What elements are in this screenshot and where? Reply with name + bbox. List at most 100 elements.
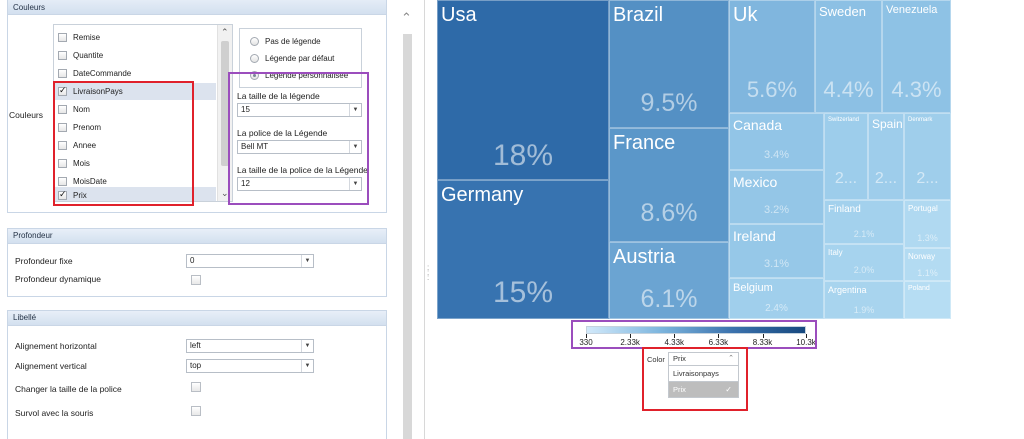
treemap-tile[interactable]: Brazil 9.5% — [609, 0, 729, 128]
treemap-tile-label: Denmark — [908, 117, 933, 123]
treemap-chart: Usa 18% Germany 15% Brazil 9.5% France 8.6% Aust… — [437, 0, 951, 319]
treemap-tile-value: 1.3% — [917, 233, 938, 243]
treemap-tile-value: 8.6% — [640, 199, 698, 227]
treemap-tile-label: Canada — [733, 117, 783, 133]
couleurs-section: Couleurs Couleurs Remise Quantite DateCo… — [7, 0, 387, 213]
chevron-down-icon[interactable]: ▼ — [301, 255, 313, 267]
treemap-tile[interactable]: Canada 3.4% — [729, 113, 824, 170]
treemap-tile-value: 2... — [834, 170, 858, 187]
checkbox[interactable] — [58, 51, 67, 60]
v-align-select[interactable]: top ▼ — [186, 359, 314, 373]
treemap-tile-label: Spain — [872, 117, 903, 131]
radio-no-legend[interactable]: Pas de légende — [250, 37, 321, 46]
treemap-tile-label: Norway — [908, 252, 936, 261]
dynamic-depth-checkbox[interactable] — [191, 275, 201, 285]
treemap-tile-value: 3.1% — [763, 258, 790, 270]
hover-label: Survol avec la souris — [15, 408, 94, 418]
treemap-tile[interactable]: Denmark 2... — [904, 113, 951, 200]
treemap-tile-value: 4.3% — [891, 77, 942, 102]
font-resize-label: Changer la taille de la police — [15, 384, 122, 394]
treemap-tile-value: 2.1% — [853, 229, 875, 239]
couleurs-label: Couleurs — [9, 110, 44, 120]
treemap-tile[interactable]: Switzerland 2... — [824, 113, 868, 200]
treemap-tile-label: Mexico — [733, 174, 778, 190]
treemap-tile-value: 2... — [874, 170, 898, 187]
treemap-tile-label: Austria — [613, 246, 676, 268]
libelle-header: Libellé — [8, 311, 386, 326]
treemap-tile[interactable]: Venezuela 4.3% — [882, 0, 951, 113]
treemap-tile-label: Sweden — [819, 4, 866, 19]
treemap-tile[interactable]: Norway 1.1% — [904, 248, 951, 281]
radio-dot[interactable] — [250, 54, 259, 63]
treemap-tile-value: 1.9% — [853, 305, 875, 315]
treemap-tile-value: 1.1% — [917, 268, 938, 278]
grip-icon[interactable]: ::: — [427, 264, 429, 282]
treemap-tile[interactable]: Argentina 1.9% — [824, 281, 904, 319]
treemap-tile-label: Switzerland — [828, 117, 860, 123]
list-item[interactable]: Remise — [54, 29, 216, 46]
settings-scrollbar[interactable]: ⌃ — [394, 0, 420, 439]
treemap-tile-value: 3.2% — [763, 204, 790, 216]
highlight-scale — [571, 320, 817, 349]
treemap-tile-value: 2.0% — [853, 265, 875, 275]
treemap-tile-value: 3.4% — [763, 149, 790, 161]
dynamic-depth-label: Profondeur dynamique — [15, 274, 102, 284]
treemap-tile-value: 2.4% — [765, 303, 788, 314]
treemap-tile[interactable]: Austria 6.1% — [609, 242, 729, 319]
highlight-fields — [53, 81, 194, 206]
highlight-legend — [228, 72, 369, 205]
radio-dot[interactable] — [250, 37, 259, 46]
treemap-tile[interactable]: Usa 18% — [437, 0, 609, 180]
scroll-thumb[interactable] — [403, 34, 412, 439]
treemap-tile-value: 5.6% — [746, 77, 798, 102]
treemap-tile[interactable]: Germany 15% — [437, 180, 609, 319]
treemap-tile-label: Argentina — [828, 285, 867, 295]
chevron-down-icon[interactable]: ▼ — [301, 360, 313, 372]
chevron-up-icon[interactable]: ⌃ — [401, 10, 412, 26]
treemap-tile-label: Uk — [733, 4, 758, 26]
radio-default-legend[interactable]: Légende par défaut — [250, 54, 334, 63]
treemap-tile-label: Italy — [828, 248, 843, 257]
hover-checkbox[interactable] — [191, 406, 201, 416]
treemap-tile-label: Venezuela — [886, 4, 938, 16]
treemap-tile[interactable]: France 8.6% — [609, 128, 729, 242]
fixed-depth-select[interactable]: 0 ▼ — [186, 254, 314, 268]
treemap-tile-value: 15% — [492, 276, 554, 309]
treemap-tile-label: Finland — [828, 204, 861, 215]
treemap-tile[interactable]: Finland 2.1% — [824, 200, 904, 244]
chevron-down-icon[interactable]: ▼ — [301, 340, 313, 352]
profondeur-section: Profondeur Profondeur fixe 0 ▼ Profondeur… — [7, 228, 387, 297]
pane-splitter[interactable]: ::: — [424, 0, 430, 439]
font-resize-checkbox[interactable] — [191, 382, 201, 392]
profondeur-header: Profondeur — [8, 229, 386, 244]
checkbox[interactable] — [58, 69, 67, 78]
libelle-section: Libellé Alignement horizontal left ▼ Alig… — [7, 310, 387, 439]
treemap-tile-label: France — [613, 132, 676, 154]
treemap-tile[interactable]: Belgium 2.4% — [729, 278, 824, 319]
treemap-tile[interactable]: Uk 5.6% — [729, 0, 815, 113]
list-item[interactable]: DateCommande — [54, 65, 216, 82]
fixed-depth-label: Profondeur fixe — [15, 256, 73, 266]
treemap-tile-label: Poland — [908, 285, 930, 292]
treemap-tile-label: Germany — [441, 184, 524, 206]
highlight-color-picker — [642, 347, 748, 411]
treemap-tile-value: 18% — [492, 139, 554, 172]
settings-pane: Couleurs Couleurs Remise Quantite DateCo… — [0, 0, 394, 439]
treemap-tile[interactable]: Ireland 3.1% — [729, 224, 824, 278]
h-align-label: Alignement horizontal — [15, 341, 97, 351]
checkbox[interactable] — [58, 33, 67, 42]
chevron-up-icon[interactable]: ⌃ — [221, 27, 229, 38]
treemap-tile[interactable]: Italy 2.0% — [824, 244, 904, 281]
treemap-tile[interactable]: Mexico 3.2% — [729, 170, 824, 224]
treemap-tile[interactable]: Sweden 4.4% — [815, 0, 882, 113]
h-align-select[interactable]: left ▼ — [186, 339, 314, 353]
treemap-tile[interactable]: Spain 2... — [868, 113, 904, 200]
treemap-tile-label: Ireland — [733, 228, 776, 244]
couleurs-header: Couleurs — [8, 0, 386, 15]
treemap-tile-label: Portugal — [908, 204, 938, 213]
treemap-tile[interactable]: Poland — [904, 281, 951, 319]
treemap-tile[interactable]: Portugal 1.3% — [904, 200, 951, 248]
treemap-tile-value: 6.1% — [640, 285, 698, 313]
list-item[interactable]: Quantite — [54, 47, 216, 64]
treemap-tile-label: Brazil — [613, 4, 664, 26]
